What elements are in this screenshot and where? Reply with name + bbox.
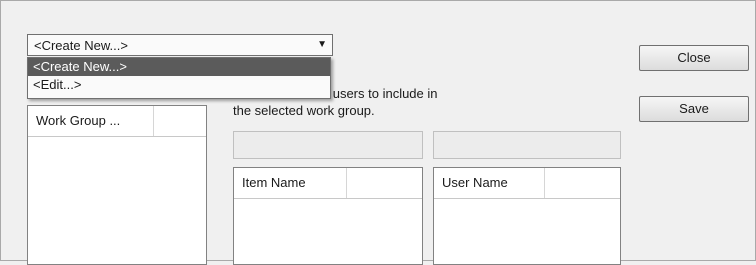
item-name-column-header[interactable]: Item Name (234, 168, 347, 198)
item-list-header: Item Name (234, 168, 422, 199)
work-group-list[interactable]: Work Group ... (27, 105, 207, 265)
user-name-column-header[interactable]: User Name (434, 168, 545, 198)
combobox-value: <Create New...> (34, 38, 128, 53)
dropdown-option-edit[interactable]: <Edit...> (28, 76, 330, 94)
work-group-combobox[interactable]: <Create New...> ▼ (27, 34, 333, 56)
item-list[interactable]: Item Name (233, 167, 423, 265)
chevron-down-icon[interactable]: ▼ (317, 39, 327, 50)
save-button[interactable]: Save (639, 96, 749, 122)
instructions-line-2: the selected work group. (233, 103, 375, 118)
close-button[interactable]: Close (639, 45, 749, 71)
items-filter-box[interactable] (233, 131, 423, 159)
user-list[interactable]: User Name (433, 167, 621, 265)
dialog-window: Select items and users to include in the… (0, 0, 756, 265)
work-group-list-header: Work Group ... (28, 106, 206, 137)
users-filter-box[interactable] (433, 131, 621, 159)
dropdown-option-create-new[interactable]: <Create New...> (28, 58, 330, 76)
combobox-dropdown-list: <Create New...> <Edit...> (27, 57, 331, 99)
user-list-header: User Name (434, 168, 620, 199)
work-group-column-header[interactable]: Work Group ... (28, 106, 154, 136)
